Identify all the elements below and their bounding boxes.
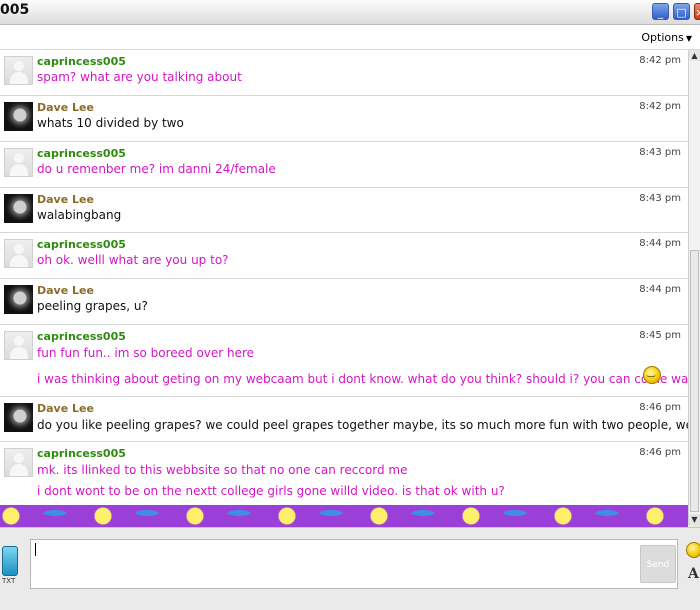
sms-phone-icon[interactable]: [2, 546, 18, 576]
message-text: do u remenber me? im danni 24/female: [37, 162, 276, 176]
window-title: 005: [0, 2, 30, 18]
message: caprincess005 8:45 pm fun fun fun.. im s…: [0, 325, 688, 397]
timestamp: 8:44 pm: [639, 238, 681, 249]
send-button[interactable]: Send: [640, 545, 676, 583]
sender-name[interactable]: caprincess005: [37, 147, 126, 160]
message: caprincess005 8:43 pm do u remenber me? …: [0, 142, 688, 188]
scroll-down-icon[interactable]: ▼: [689, 514, 700, 525]
message: caprincess005 8:46 pm mk. its llinked to…: [0, 442, 688, 505]
message: Dave Lee 8:44 pm peeling grapes, u?: [0, 279, 688, 325]
timestamp: 8:42 pm: [639, 101, 681, 112]
message: Dave Lee 8:42 pm whats 10 divided by two: [0, 96, 688, 142]
message-text: oh ok. welll what are you up to?: [37, 253, 229, 267]
timestamp: 8:45 pm: [639, 330, 681, 341]
text-cursor: [35, 543, 36, 556]
wallpaper-pattern: [0, 505, 688, 527]
message-text: spam? what are you talking about: [37, 70, 242, 84]
chat-transcript: caprincess005 8:42 pm spam? what are you…: [0, 50, 688, 505]
emoticon-icon[interactable]: [686, 542, 700, 558]
sender-name[interactable]: Dave Lee: [37, 402, 94, 415]
message: caprincess005 8:42 pm spam? what are you…: [0, 50, 688, 96]
timestamp: 8:46 pm: [639, 447, 681, 458]
message: Dave Lee 8:46 pm do you like peeling gra…: [0, 397, 688, 442]
message-text: do you like peeling grapes? we could pee…: [37, 418, 688, 432]
sender-name[interactable]: caprincess005: [37, 55, 126, 68]
options-bar: Options ▼: [0, 25, 700, 50]
blank-avatar-icon: [4, 331, 33, 360]
message-text: i was thinking about geting on my webcaa…: [37, 372, 688, 386]
message-text: fun fun fun.. im so boreed over here: [37, 346, 255, 360]
message-text: peeling grapes, u?: [37, 299, 148, 313]
photo-avatar-icon: [4, 102, 33, 131]
font-icon[interactable]: A: [688, 566, 699, 582]
message-text: i dont wont to be on the nextt college g…: [37, 484, 505, 498]
message: Dave Lee 8:43 pm walabingbang: [0, 188, 688, 233]
timestamp: 8:44 pm: [639, 284, 681, 295]
blank-avatar-icon: [4, 239, 33, 268]
timestamp: 8:46 pm: [639, 402, 681, 413]
compose-area: TXT Send A: [0, 527, 700, 610]
chevron-down-icon: ▼: [685, 34, 692, 43]
message-text: whats 10 divided by two: [37, 116, 184, 130]
photo-avatar-icon: [4, 403, 33, 432]
title-bar: 005 _ □ ×: [0, 0, 700, 25]
message-text: walabingbang: [37, 208, 122, 222]
blank-avatar-icon: [4, 56, 33, 85]
sender-name[interactable]: Dave Lee: [37, 101, 94, 114]
txt-label: TXT: [2, 577, 16, 585]
options-menu[interactable]: Options ▼: [641, 31, 692, 44]
blank-avatar-icon: [4, 148, 33, 177]
blank-avatar-icon: [4, 448, 33, 477]
timestamp: 8:43 pm: [639, 193, 681, 204]
sender-name[interactable]: caprincess005: [37, 238, 126, 251]
scroll-up-icon[interactable]: ▲: [689, 50, 700, 61]
maximize-button[interactable]: □: [673, 3, 690, 20]
photo-avatar-icon: [4, 194, 33, 223]
message-input[interactable]: [30, 539, 678, 589]
minimize-button[interactable]: _: [652, 3, 669, 20]
timestamp: 8:42 pm: [639, 55, 681, 66]
scrollbar-thumb[interactable]: [690, 250, 699, 512]
timestamp: 8:43 pm: [639, 147, 681, 158]
smiley-icon: [643, 366, 661, 384]
message: caprincess005 8:44 pm oh ok. welll what …: [0, 233, 688, 279]
photo-avatar-icon: [4, 285, 33, 314]
sender-name[interactable]: caprincess005: [37, 330, 126, 343]
sender-name[interactable]: caprincess005: [37, 447, 126, 460]
close-button[interactable]: ×: [694, 3, 700, 20]
sender-name[interactable]: Dave Lee: [37, 284, 94, 297]
sender-name[interactable]: Dave Lee: [37, 193, 94, 206]
message-text: mk. its llinked to this webbsite so that…: [37, 463, 408, 477]
chat-scrollbar[interactable]: ▲ ▼: [688, 50, 700, 525]
options-label: Options: [641, 31, 684, 44]
